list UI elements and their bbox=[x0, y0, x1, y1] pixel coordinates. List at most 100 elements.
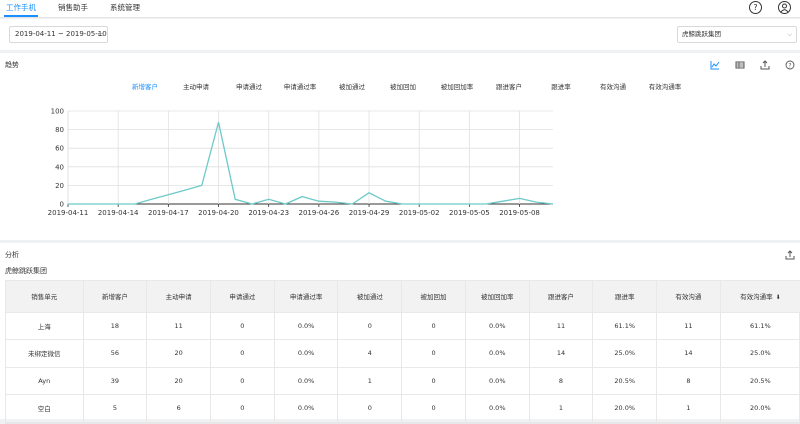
series-line bbox=[68, 122, 554, 205]
table-cell: 0 bbox=[210, 312, 275, 340]
table-cell: 8 bbox=[656, 367, 721, 395]
table-body: 上海 18 11 0 0.0% 0 0 0.0% 11 61.1% 11 61.1% 未绑定微信 56 20… bbox=[6, 312, 800, 423]
nav-tab-system-admin[interactable]: 系统管理 bbox=[110, 3, 140, 13]
column-header-label: 被加通过 bbox=[356, 293, 383, 302]
calendar-icon: ▭ bbox=[97, 30, 104, 38]
column-header-label: 有效沟通 bbox=[675, 293, 702, 302]
sort-desc-icon[interactable]: ⬇ bbox=[776, 294, 781, 301]
column-header[interactable]: 有效沟通率 ⬇ bbox=[720, 281, 800, 313]
chevron-down-icon: ⌵ bbox=[787, 31, 792, 38]
analysis-title: 分析 bbox=[5, 251, 19, 259]
table-cell: Ayn bbox=[6, 367, 84, 395]
column-header[interactable]: 申请通过率 bbox=[274, 281, 339, 313]
column-header-label: 新增客户 bbox=[101, 293, 128, 302]
column-header-label: 跟进率 bbox=[614, 293, 635, 302]
table-cell: 4 bbox=[337, 339, 403, 368]
user-icon[interactable] bbox=[778, 1, 791, 14]
table-row: 未绑定微信 56 20 0 0.0% 4 0 0.0% 14 25.0% 14 25.0% bbox=[6, 339, 800, 368]
table-cell: 0 bbox=[210, 394, 275, 423]
trend-line-chart: 0 20 40 60 80 100 2019-04-11 2019-04-14 2019-04-… bbox=[48, 108, 554, 217]
table-cell: 1 bbox=[337, 367, 403, 395]
table-cell: 61.1% bbox=[592, 312, 658, 340]
table-cell: 空白 bbox=[6, 394, 84, 423]
table-cell: 20 bbox=[146, 367, 212, 395]
column-header-label: 被加回加 bbox=[420, 293, 447, 302]
table-cell: 0 bbox=[401, 339, 466, 368]
x-tick-label: 2019-04-26 bbox=[299, 209, 340, 217]
table-cell: 0.0% bbox=[274, 367, 339, 395]
column-header[interactable]: 主动申请 bbox=[146, 281, 212, 313]
organization-value: 虎鲸跳跃集团 bbox=[682, 30, 721, 38]
filter-bar: 2019-04-11 ~ 2019-05-10 ▭ 虎鲸跳跃集团 ⌵ bbox=[0, 19, 800, 50]
table-cell: 39 bbox=[83, 367, 148, 395]
analysis-table-container: 销售单元 新增客户 主动申请 申请通过 申请通过率 被加通过 被加回加 被加回加率 跟进客户 跟进… bbox=[5, 280, 800, 424]
column-header-label: 被加回加率 bbox=[481, 293, 514, 302]
table-cell: 11 bbox=[656, 312, 721, 340]
column-header[interactable]: 被加通过 bbox=[337, 281, 403, 313]
table-cell: 20.0% bbox=[720, 394, 800, 423]
table-cell: 25.0% bbox=[720, 339, 800, 368]
y-tick-label: 20 bbox=[55, 182, 64, 190]
table-cell: 11 bbox=[529, 312, 594, 340]
help-icon[interactable]: ? bbox=[749, 1, 762, 14]
table-cell: 11 bbox=[146, 312, 212, 340]
y-tick-label: 100 bbox=[51, 108, 64, 116]
column-header-label: 主动申请 bbox=[165, 293, 192, 302]
trend-panel: 趋势 ? 新增客户 主动申请 申请通过 申请通过率 被加通过 被加回加 被加回加率 跟进客户跟… bbox=[0, 53, 800, 240]
table-cell: 5 bbox=[83, 394, 148, 423]
analysis-subtitle: 虎鲸跳跃集团 bbox=[5, 267, 47, 275]
analysis-table: 销售单元 新增客户 主动申请 申请通过 申请通过率 被加通过 被加回加 被加回加率 跟进客户 跟进… bbox=[6, 281, 800, 423]
table-cell: 0 bbox=[401, 394, 466, 423]
table-cell: 0.0% bbox=[274, 339, 339, 368]
table-cell: 上海 bbox=[6, 312, 84, 340]
table-cell: 8 bbox=[529, 367, 594, 395]
table-header-row: 销售单元 新增客户 主动申请 申请通过 申请通过率 被加通过 被加回加 被加回加率 跟进客户 跟进… bbox=[6, 281, 800, 313]
date-range-value: 2019-04-11 ~ 2019-05-10 bbox=[15, 30, 107, 38]
table-cell: 0.0% bbox=[274, 312, 339, 340]
analysis-export-icon[interactable] bbox=[784, 250, 796, 262]
table-cell: 20 bbox=[146, 339, 212, 368]
table-cell: 0 bbox=[210, 339, 275, 368]
column-header[interactable]: 被加回加率 bbox=[465, 281, 530, 313]
nav-tab-work-phone[interactable]: 工作手机 bbox=[6, 3, 36, 13]
x-tick-label: 2019-04-23 bbox=[248, 209, 289, 217]
table-cell: 20.5% bbox=[592, 367, 658, 395]
table-cell: 0 bbox=[401, 312, 466, 340]
organization-select[interactable]: 虎鲸跳跃集团 ⌵ bbox=[677, 26, 797, 43]
x-tick-label: 2019-04-14 bbox=[98, 209, 139, 217]
table-cell: 1 bbox=[529, 394, 594, 423]
y-tick-label: 0 bbox=[60, 201, 64, 209]
user-glyph bbox=[780, 3, 789, 13]
nav-tab-sales-assistant[interactable]: 销售助手 bbox=[58, 3, 88, 13]
x-tick-label: 2019-04-17 bbox=[148, 209, 189, 217]
table-cell: 25.0% bbox=[592, 339, 658, 368]
top-nav-bar: 工作手机 销售助手 系统管理 ? bbox=[0, 0, 800, 18]
export-glyph bbox=[785, 250, 795, 260]
column-header[interactable]: 申请通过 bbox=[210, 281, 275, 313]
column-header[interactable]: 被加回加 bbox=[401, 281, 466, 313]
x-tick-label: 2019-04-29 bbox=[349, 209, 390, 217]
table-cell: 0 bbox=[401, 367, 466, 395]
column-header[interactable]: 跟进率 bbox=[592, 281, 658, 313]
date-range-picker[interactable]: 2019-04-11 ~ 2019-05-10 ▭ bbox=[9, 26, 108, 43]
column-header-label: 跟进客户 bbox=[547, 293, 574, 302]
table-cell: 0.0% bbox=[274, 394, 339, 423]
y-tick-label: 40 bbox=[55, 163, 64, 171]
table-row: 空白 5 6 0 0.0% 0 0 0.0% 1 20.0% 1 20.0% bbox=[6, 394, 800, 423]
table-cell: 61.1% bbox=[720, 312, 800, 340]
table-cell: 0.0% bbox=[465, 339, 530, 368]
y-tick-label: 80 bbox=[55, 126, 64, 134]
x-tick-label: 2019-04-20 bbox=[198, 209, 239, 217]
table-cell: 0.0% bbox=[465, 394, 530, 423]
column-header-label: 有效沟通率 bbox=[740, 293, 773, 302]
table-cell: 0.0% bbox=[465, 312, 530, 340]
column-header[interactable]: 有效沟通 bbox=[656, 281, 721, 313]
active-tab-indicator bbox=[4, 15, 38, 17]
column-header[interactable]: 跟进客户 bbox=[529, 281, 594, 313]
column-header[interactable]: 新增客户 bbox=[83, 281, 148, 313]
table-row: Ayn 39 20 0 0.0% 1 0 0.0% 8 20.5% 8 20.5% bbox=[6, 367, 800, 395]
table-cell: 6 bbox=[146, 394, 212, 423]
column-header[interactable]: 销售单元 bbox=[6, 281, 84, 313]
column-header-label: 申请通过率 bbox=[289, 293, 323, 302]
table-cell: 14 bbox=[529, 339, 594, 368]
